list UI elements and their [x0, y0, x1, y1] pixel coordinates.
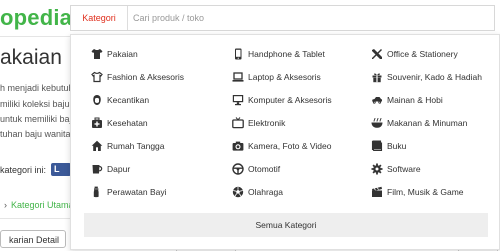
category-label: Perawatan Bayi — [107, 187, 167, 197]
category-label: Otomotif — [248, 164, 281, 174]
tv-icon — [232, 117, 244, 129]
facebook-share-button[interactable]: L — [51, 163, 71, 176]
category-label: Office & Stationery — [387, 49, 458, 59]
film-icon — [371, 186, 383, 198]
category-label: Kecantikan — [107, 95, 150, 105]
category-label: Buku — [387, 141, 407, 151]
toy-car-icon — [371, 94, 383, 106]
category-label: Olahraga — [248, 187, 283, 197]
phone-icon — [232, 48, 244, 60]
category-label: Mainan & Hobi — [387, 95, 443, 105]
search-input[interactable] — [133, 9, 483, 27]
beauty-icon — [91, 94, 103, 106]
body-text-line: h menjadi kebutuh — [0, 83, 74, 93]
category-label: Dapur — [107, 164, 131, 174]
cup-icon — [91, 163, 103, 175]
category-label: Software — [387, 164, 421, 174]
category-label: Souvenir, Kado & Hadiah — [387, 72, 482, 82]
stationery-icon — [371, 48, 383, 60]
page-title: akaian — [0, 46, 62, 69]
chevron-right-icon: › — [4, 200, 7, 210]
book-icon — [371, 140, 383, 152]
search-detail-button[interactable]: karian Detail — [0, 230, 66, 248]
camera-icon — [232, 140, 244, 152]
site-logo[interactable]: opedia — [0, 5, 72, 31]
category-label: Rumah Tangga — [107, 141, 165, 151]
share-label: kategori ini: — [0, 165, 47, 175]
computer-icon — [232, 94, 244, 106]
category-label: Komputer & Aksesoris — [248, 95, 332, 105]
gear-icon — [371, 163, 383, 175]
category-label: Pakaian — [107, 49, 138, 59]
category-label: Makanan & Minuman — [387, 118, 468, 128]
body-text-line: tuhan baju wanita — [0, 129, 71, 139]
tshirt-icon — [91, 71, 103, 83]
category-label: Handphone & Tablet — [248, 49, 325, 59]
search-bar: Kategori — [70, 5, 495, 31]
food-icon — [371, 117, 383, 129]
ball-icon — [232, 186, 244, 198]
category-label: Kesehatan — [107, 118, 148, 128]
category-label: Kamera, Foto & Video — [248, 141, 332, 151]
category-tab[interactable]: Kategori — [71, 6, 128, 30]
divider — [0, 218, 75, 219]
baby-icon — [91, 186, 103, 198]
shirt-icon — [91, 48, 103, 60]
breadcrumb[interactable]: › Kategori Utama — [4, 200, 74, 210]
wheel-icon — [232, 163, 244, 175]
category-label: Fashion & Aksesoris — [107, 72, 185, 82]
category-label: Film, Musik & Game — [387, 187, 464, 197]
health-kit-icon — [91, 117, 103, 129]
gift-icon — [371, 71, 383, 83]
category-label: Elektronik — [248, 118, 286, 128]
house-icon — [91, 140, 103, 152]
all-categories-button[interactable]: Semua Kategori — [84, 213, 488, 237]
breadcrumb-label: Kategori Utama — [11, 200, 74, 210]
body-text-line: untuk memiliki baju — [0, 114, 77, 124]
category-label: Laptop & Aksesoris — [248, 72, 321, 82]
category-dropdown: Pakaian Handphone & Tablet Office & Statio… — [70, 34, 500, 250]
laptop-icon — [232, 71, 244, 83]
